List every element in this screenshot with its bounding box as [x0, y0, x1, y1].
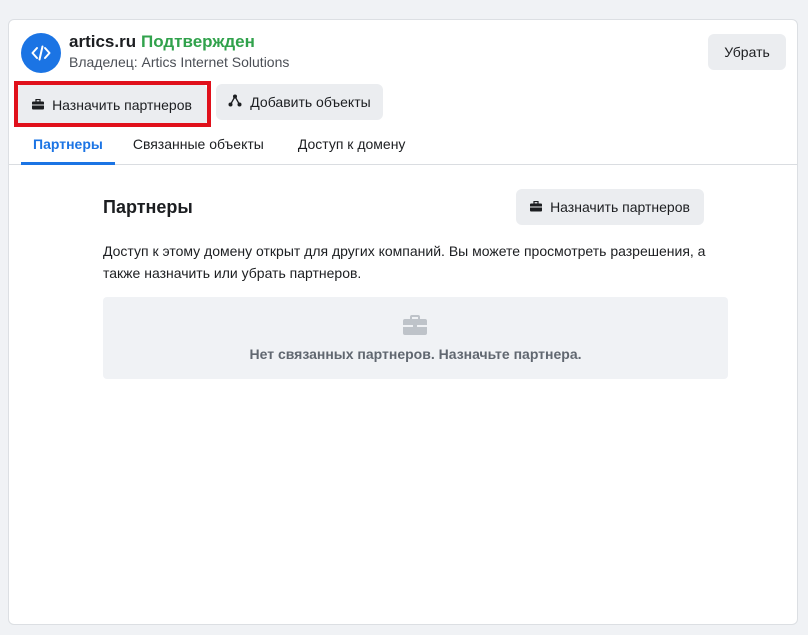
verified-status: Подтвержден	[141, 32, 255, 51]
briefcase-icon	[403, 315, 427, 340]
partners-description: Доступ к этому домену открыт для других …	[103, 243, 706, 281]
assign-partners-label: Назначить партнеров	[52, 97, 192, 113]
tab-partners[interactable]: Партнеры	[21, 130, 115, 165]
domain-card: artics.ru Подтвержден Владелец: Artics I…	[8, 19, 798, 625]
assign-partners-button[interactable]: Назначить партнеров	[17, 84, 207, 126]
tab-linked-objects[interactable]: Связанные объекты	[133, 130, 264, 165]
remove-button-label: Убрать	[724, 44, 770, 60]
briefcase-icon	[530, 199, 543, 215]
tab-domain-access[interactable]: Доступ к домену	[298, 130, 406, 165]
assign-partners-section-button[interactable]: Назначить партнеров	[516, 189, 704, 225]
remove-button[interactable]: Убрать	[708, 34, 786, 70]
assign-partners-section-label: Назначить партнеров	[550, 199, 690, 215]
empty-state-text: Нет связанных партнеров. Назначьте партн…	[249, 346, 582, 362]
add-objects-label: Добавить объекты	[250, 94, 371, 110]
domain-header: artics.ru Подтвержден Владелец: Artics I…	[9, 20, 797, 165]
domain-owner: Владелец: Artics Internet Solutions	[69, 54, 290, 70]
empty-state: Нет связанных партнеров. Назначьте партн…	[103, 297, 728, 379]
briefcase-icon	[32, 97, 45, 113]
domain-name: artics.ru	[69, 32, 137, 51]
share-nodes-icon	[228, 94, 242, 110]
partners-section-title: Партнеры	[103, 197, 193, 217]
code-icon	[21, 33, 61, 73]
tab-bar: Партнеры Связанные объекты Доступ к доме…	[21, 130, 439, 165]
add-objects-button[interactable]: Добавить объекты	[216, 84, 383, 120]
